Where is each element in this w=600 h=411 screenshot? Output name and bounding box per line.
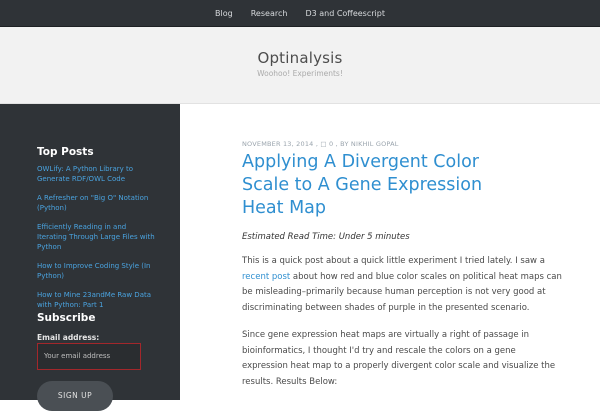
nav-research[interactable]: Research	[251, 9, 288, 18]
read-time: Estimated Read Time: Under 5 minutes	[242, 232, 410, 242]
subscribe-heading: Subscribe	[37, 312, 96, 324]
paragraph-text: about how red and blue color scales on p…	[242, 271, 562, 313]
post-author[interactable]: BY NIKHIL GOPAL	[340, 140, 398, 148]
post-title[interactable]: Applying A Divergent Color Scale to A Ge…	[242, 151, 522, 220]
top-post-link[interactable]: A Refresher on "Big O" Notation (Python)	[37, 193, 155, 213]
sidebar: Top Posts OWLify: A Python Library to Ge…	[0, 104, 180, 400]
post-paragraph: Since gene expression heat maps are virt…	[242, 330, 556, 387]
email-input[interactable]: Your email address	[37, 343, 141, 370]
post-content: NOVEMBER 13, 2014 , □ 0 , BY NIKHIL GOPA…	[242, 140, 562, 390]
top-posts-heading: Top Posts	[37, 146, 94, 158]
top-navigation: Blog Research D3 and Coffeescript	[0, 0, 600, 27]
site-tagline: Woohoo! Experiments!	[257, 69, 343, 78]
top-post-link[interactable]: How to Improve Coding Style (In Python)	[37, 261, 155, 281]
nav-blog[interactable]: Blog	[215, 9, 233, 18]
top-post-link[interactable]: Efficiently Reading in and Iterating Thr…	[37, 222, 155, 252]
comment-count[interactable]: 0	[329, 140, 333, 148]
recent-post-link[interactable]: recent post	[242, 272, 290, 282]
post-meta: NOVEMBER 13, 2014 , □ 0 , BY NIKHIL GOPA…	[242, 140, 399, 148]
email-label: Email address:	[37, 333, 100, 342]
top-post-link[interactable]: OWLify: A Python Library to Generate RDF…	[37, 164, 155, 184]
post-paragraph: This is a quick post about a quick littl…	[242, 254, 562, 316]
sign-up-button[interactable]: SIGN UP	[37, 381, 113, 411]
comment-icon[interactable]: □	[320, 140, 326, 148]
paragraph-text: This is a quick post about a quick littl…	[242, 256, 545, 266]
top-posts-list: OWLify: A Python Library to Generate RDF…	[37, 164, 155, 319]
top-post-link[interactable]: How to Mine 23andMe Raw Data with Python…	[37, 290, 155, 310]
post-date[interactable]: NOVEMBER 13, 2014	[242, 140, 314, 148]
site-header: Optinalysis Woohoo! Experiments!	[0, 27, 600, 104]
site-title[interactable]: Optinalysis	[0, 49, 600, 67]
nav-d3-coffeescript[interactable]: D3 and Coffeescript	[305, 9, 385, 18]
